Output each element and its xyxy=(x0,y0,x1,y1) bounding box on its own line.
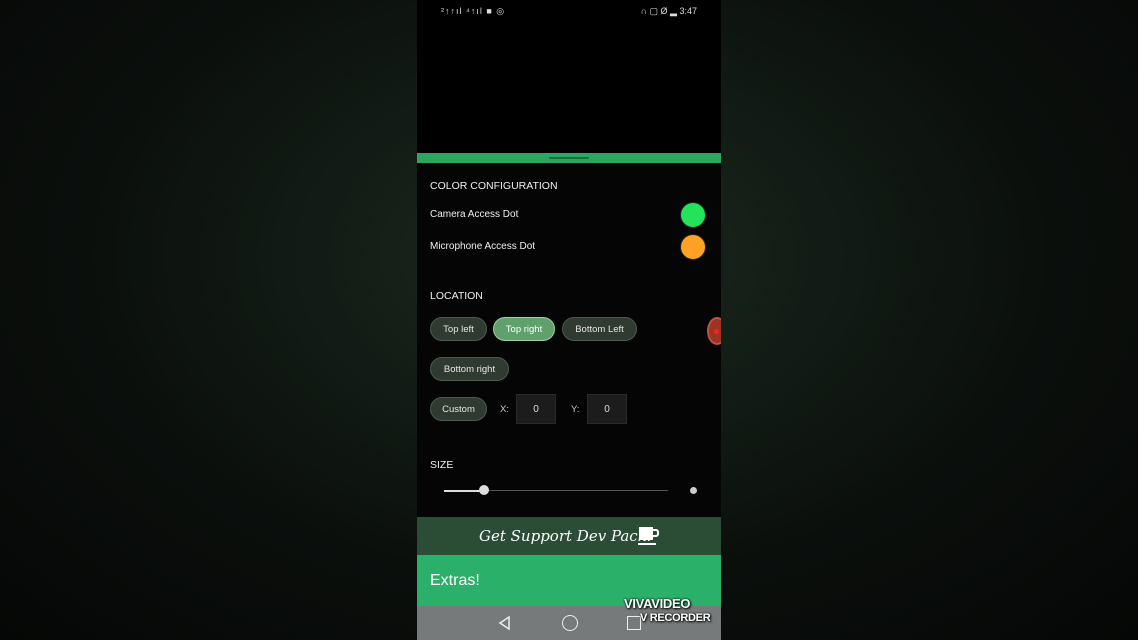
location-chip-bottom-left[interactable]: Bottom Left xyxy=(562,317,637,341)
phone-screen: ²↑↑ıl ⁴↑ıl ■ ◎ ∩ ▢ Ø ▂ 3:47 COLOR CONFIG… xyxy=(417,0,721,640)
status-bar-clock: ∩ ▢ Ø ▂ 3:47 xyxy=(640,6,697,16)
location-chip-top-left[interactable]: Top left xyxy=(430,317,487,341)
drag-handle[interactable] xyxy=(549,157,589,159)
support-dev-pack-banner[interactable]: Get Support Dev Pack! xyxy=(417,517,721,555)
support-banner-text: Get Support Dev Pack! xyxy=(479,527,653,545)
size-slider-thumb[interactable] xyxy=(479,485,490,495)
location-chip-top-right[interactable]: Top right xyxy=(493,317,555,341)
watermark-line-2: V RECORDER xyxy=(640,612,711,624)
bottom-sheet-header[interactable] xyxy=(417,153,721,163)
y-label: Y: xyxy=(571,404,580,415)
microphone-dot-label: Microphone Access Dot xyxy=(430,241,536,252)
camera-dot-color-swatch[interactable] xyxy=(680,202,706,228)
color-config-title: COLOR CONFIGURATION xyxy=(430,180,558,192)
record-dot xyxy=(714,329,719,334)
size-slider-active-track[interactable] xyxy=(444,490,485,492)
size-slider-end-marker xyxy=(690,487,697,494)
microphone-dot-color-swatch[interactable] xyxy=(680,234,706,260)
size-slider-track[interactable] xyxy=(484,490,668,491)
camera-dot-label: Camera Access Dot xyxy=(430,209,519,220)
x-label: X: xyxy=(500,404,509,415)
settings-panel: COLOR CONFIGURATION Camera Access Dot Mi… xyxy=(417,163,721,517)
status-bar: ²↑↑ıl ⁴↑ıl ■ ◎ ∩ ▢ Ø ▂ 3:47 xyxy=(417,0,721,22)
location-chip-bottom-right[interactable]: Bottom right xyxy=(430,357,509,381)
size-title: SIZE xyxy=(430,459,454,471)
back-icon[interactable] xyxy=(497,615,513,631)
watermark-line-1: VIVAVIDEO xyxy=(624,596,691,611)
coffee-cup-icon xyxy=(638,527,659,545)
home-icon[interactable] xyxy=(562,615,578,631)
location-chip-custom[interactable]: Custom xyxy=(430,397,487,421)
y-coordinate-input[interactable]: 0 xyxy=(587,394,627,424)
record-indicator-icon[interactable] xyxy=(707,317,721,345)
location-title: LOCATION xyxy=(430,290,483,302)
vivavideo-watermark: VIVAVIDEO V RECORDER xyxy=(624,596,711,625)
x-coordinate-input[interactable]: 0 xyxy=(516,394,556,424)
status-bar-signal-icons: ²↑↑ıl ⁴↑ıl ■ ◎ xyxy=(441,6,506,16)
extras-label: Extras! xyxy=(430,572,480,589)
